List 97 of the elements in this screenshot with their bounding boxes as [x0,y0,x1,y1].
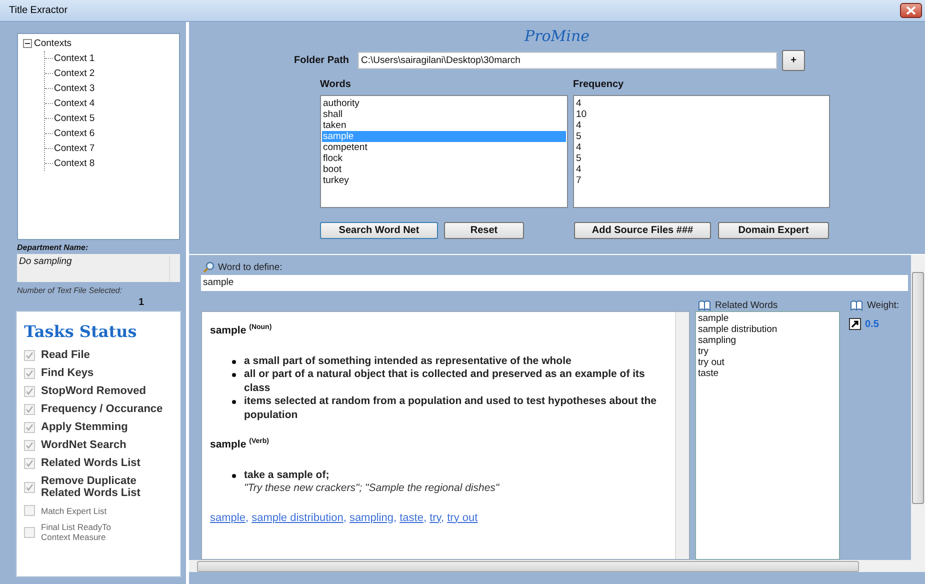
close-button[interactable] [900,3,922,18]
checkbox-label: Read File [41,349,90,361]
file-count: 1 [137,297,144,307]
close-icon [906,6,916,15]
add-button[interactable]: + [782,50,806,71]
list-item: 4 [575,164,582,175]
search-icon [203,261,215,273]
link[interactable]: sample [210,512,246,524]
checkbox-label: Remove Duplicate Related Words List [41,475,142,499]
panel-title: Tasks Status [24,322,138,341]
tree-item[interactable]: Context 3 [54,83,95,94]
link[interactable]: try [430,512,441,524]
list-item[interactable]: try [698,346,837,357]
related-links-line: sample, sample distribution, sampling, taste, try, try out [210,512,479,524]
list-item[interactable]: competent [322,142,566,153]
tree-item[interactable]: Context 1 [54,53,95,64]
checkbox-label: Final List ReadyTo Context Measure [41,522,112,542]
checkbox-label: StopWord Removed [41,385,146,397]
link[interactable]: sampling [349,512,394,524]
tree-item[interactable]: Context 2 [54,68,95,79]
list-label: Frequency [573,79,625,90]
checkbox[interactable] [24,526,35,538]
horizontal-scrollbar[interactable] [189,560,925,572]
definition-text: a small part of something intended as representative of the whole [244,354,572,368]
list-item[interactable]: authority [322,98,566,109]
checkbox-label: Apply Stemming [41,421,128,433]
list-item[interactable]: sampling [698,335,837,346]
tree-item[interactable]: Context 8 [54,158,95,169]
vertical-scrollbar[interactable] [675,312,689,559]
checkbox[interactable] [24,458,35,468]
example-text: "Try these new crackers"; "Sample the regional dishes" [244,482,500,496]
field-label: Number of Text File Selected: [17,286,124,297]
checkbox[interactable] [24,440,35,450]
link[interactable]: sample distribution [252,512,344,524]
checkbox[interactable] [24,368,35,378]
list-item[interactable]: taken [322,120,566,131]
tree-item[interactable]: Context 5 [54,113,95,124]
department-field[interactable]: Do sampling [17,254,180,282]
checkbox-label: Match Expert List [41,506,108,516]
checkbox[interactable] [24,505,35,516]
list-item[interactable]: taste [698,368,837,379]
vertical-scrollbar[interactable] [911,255,925,560]
list-item: 4 [575,142,582,153]
domain-expert-button[interactable]: Domain Expert [718,222,829,239]
definition-text: items selected at random from a population and used to test hypotheses about the population [244,395,658,422]
list-item: 7 [575,175,582,186]
bullet-icon [232,400,236,404]
list-item[interactable]: shall [322,109,566,120]
shortcut-icon [849,318,861,330]
checkbox-label: Frequency / Occurance [41,403,163,415]
checkbox[interactable] [24,482,35,492]
checkbox[interactable] [24,422,35,432]
add-files-button[interactable]: Add Source Files ### [574,222,711,239]
link[interactable]: taste [400,512,424,524]
tree-item[interactable]: Contexts [34,38,72,49]
list-item: 10 [575,109,588,120]
list-label: Related Words [715,300,778,310]
weight-value: 0.5 [865,318,879,330]
bullet-icon [232,360,236,364]
list-item[interactable]: turkey [322,175,566,186]
list-item[interactable]: try out [698,357,837,368]
folder-path-field[interactable]: C:\Users\sairagilani\Desktop\30march [358,52,778,69]
window-title: Title Exractor [9,5,68,16]
field-label: Word to define: [218,262,282,272]
checkbox-label: Related Words List [41,457,140,469]
book-icon [850,300,863,310]
link[interactable]: try out [447,512,478,524]
list-item[interactable]: sample distribution [698,324,837,335]
field-label: Folder Path [294,55,350,66]
field-label: Weight: [867,300,900,310]
list-item: 4 [575,120,582,131]
list-item: 5 [575,153,582,164]
list-item[interactable]: boot [322,164,566,175]
checkbox[interactable] [24,386,35,396]
app-title: ProMine [523,27,590,47]
list-item: 5 [575,131,582,142]
tree-item[interactable]: Context 7 [54,143,95,154]
tree-item[interactable]: Context 6 [54,128,95,139]
tree-item[interactable]: Context 4 [54,98,95,109]
collapse-icon[interactable] [23,39,32,48]
checkbox[interactable] [24,404,35,414]
checkbox[interactable] [24,350,35,360]
checkbox-label: Find Keys [41,367,94,379]
list-label: Words [320,79,352,90]
field-label: Department Name: [17,243,90,254]
search-button[interactable]: Search Word Net [320,222,438,239]
word-field[interactable]: sample [201,275,908,291]
definition-text: take a sample of; [244,468,330,482]
bullet-icon [232,373,236,377]
entry-heading: sample $^{(Noun)}$ [210,324,273,336]
list-item: 4 [575,98,582,109]
checkbox-label: WordNet Search [41,439,126,451]
list-item[interactable]: flock [322,153,566,164]
reset-button[interactable]: Reset [444,222,524,239]
bullet-icon [232,474,236,478]
entry-heading: sample $^{(Verb)}$ [210,438,270,450]
list-item[interactable]: sample [698,313,837,324]
